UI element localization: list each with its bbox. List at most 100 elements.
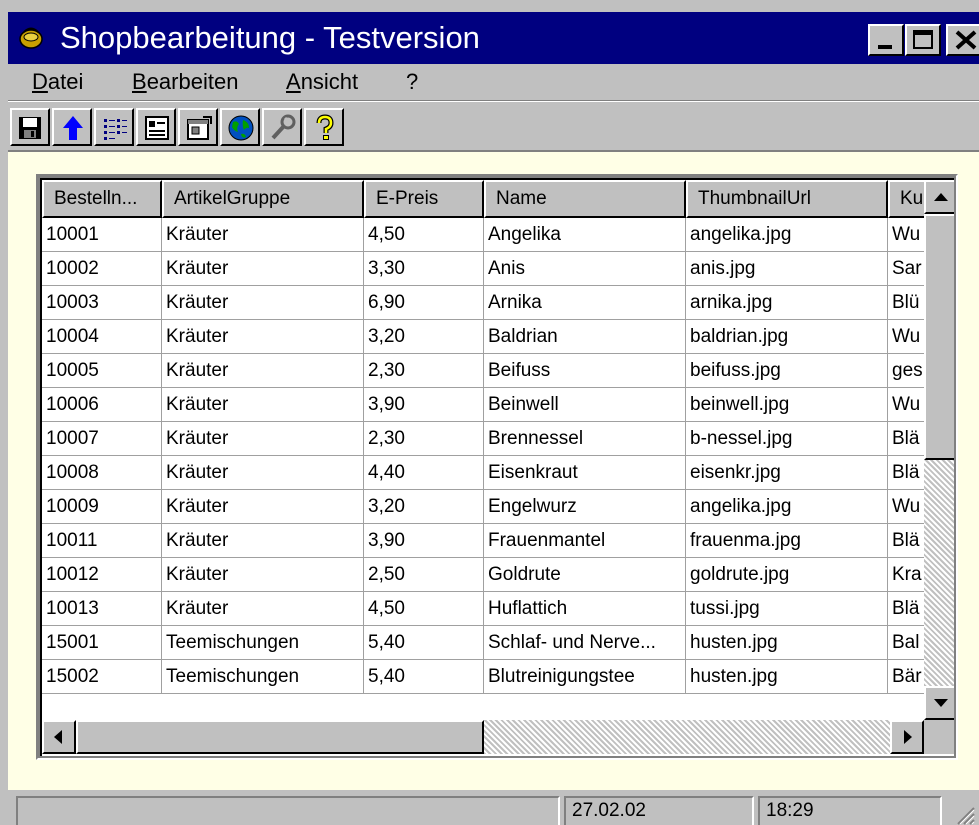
minimize-button[interactable] [868,24,904,56]
cell-artikelgruppe[interactable]: Kräuter [162,354,364,388]
cell-artikelgruppe[interactable]: Kräuter [162,592,364,626]
cell-e-preis[interactable]: 2,50 [364,558,484,592]
cell-thumbnailurl[interactable]: angelika.jpg [686,218,888,252]
cell-thumbnailurl[interactable]: beinwell.jpg [686,388,888,422]
scroll-down-button[interactable] [924,686,954,720]
scroll-up-button[interactable] [924,180,954,214]
cell-thumbnailurl[interactable]: husten.jpg [686,626,888,660]
cell-ku[interactable]: Wu [888,388,928,422]
cell-thumbnailurl[interactable]: b-nessel.jpg [686,422,888,456]
cell-e-preis[interactable]: 4,50 [364,592,484,626]
cell-bestellnummer[interactable]: 10011 [42,524,162,558]
cell-e-preis[interactable]: 5,40 [364,626,484,660]
cell-e-preis[interactable]: 3,20 [364,320,484,354]
cell-bestellnummer[interactable]: 10007 [42,422,162,456]
cell-thumbnailurl[interactable]: eisenkr.jpg [686,456,888,490]
cell-thumbnailurl[interactable]: beifuss.jpg [686,354,888,388]
horizontal-scrollbar[interactable] [42,720,924,754]
cell-ku[interactable]: Wu [888,490,928,524]
cell-ku[interactable]: Wu [888,320,928,354]
column-header-thumbnailurl[interactable]: ThumbnailUrl [686,180,888,218]
cell-bestellnummer[interactable]: 10012 [42,558,162,592]
arrow-up-button[interactable] [52,108,92,146]
cell-name[interactable]: Engelwurz [484,490,686,524]
cell-name[interactable]: Brennessel [484,422,686,456]
cell-thumbnailurl[interactable]: arnika.jpg [686,286,888,320]
cell-name[interactable]: Beinwell [484,388,686,422]
cell-thumbnailurl[interactable]: anis.jpg [686,252,888,286]
cell-ku[interactable]: ges [888,354,928,388]
help-button[interactable] [304,108,344,146]
cell-ku[interactable]: Blü [888,286,928,320]
properties-button[interactable] [178,108,218,146]
cell-name[interactable]: Schlaf- und Nerve... [484,626,686,660]
menu-datei[interactable]: Datei [32,68,83,96]
cell-e-preis[interactable]: 4,50 [364,218,484,252]
title-bar[interactable]: Shopbearbeitung - Testversion [8,12,979,64]
cell-artikelgruppe[interactable]: Kräuter [162,320,364,354]
cell-e-preis[interactable]: 3,90 [364,524,484,558]
cell-ku[interactable]: Kra [888,558,928,592]
cell-ku[interactable]: Blä [888,592,928,626]
maximize-button[interactable] [905,24,941,56]
cell-e-preis[interactable]: 2,30 [364,422,484,456]
cell-e-preis[interactable]: 3,90 [364,388,484,422]
cell-bestellnummer[interactable]: 10003 [42,286,162,320]
cell-bestellnummer[interactable]: 10005 [42,354,162,388]
cell-thumbnailurl[interactable]: goldrute.jpg [686,558,888,592]
cell-name[interactable]: Frauenmantel [484,524,686,558]
cell-artikelgruppe[interactable]: Kräuter [162,456,364,490]
globe-button[interactable] [220,108,260,146]
cell-e-preis[interactable]: 3,20 [364,490,484,524]
cell-artikelgruppe[interactable]: Teemischungen [162,626,364,660]
cell-e-preis[interactable]: 6,90 [364,286,484,320]
details-list-button[interactable] [94,108,134,146]
scroll-right-button[interactable] [890,720,924,754]
column-header-e-preis[interactable]: E-Preis [364,180,484,218]
cell-name[interactable]: Beifuss [484,354,686,388]
menu-ansicht[interactable]: Ansicht [286,68,358,96]
cell-artikelgruppe[interactable]: Kräuter [162,388,364,422]
cell-ku[interactable]: Blä [888,524,928,558]
save-button[interactable] [10,108,50,146]
vertical-scroll-thumb[interactable] [924,214,954,460]
column-header-bestellnummer[interactable]: Bestelln... [42,180,162,218]
cell-artikelgruppe[interactable]: Kräuter [162,286,364,320]
cell-artikelgruppe[interactable]: Kräuter [162,490,364,524]
tools-button[interactable] [262,108,302,146]
cell-ku[interactable]: Wu [888,218,928,252]
resize-grip-icon[interactable] [955,805,975,825]
column-header-ku[interactable]: Ku [888,180,928,218]
cell-name[interactable]: Eisenkraut [484,456,686,490]
cell-name[interactable]: Goldrute [484,558,686,592]
cell-bestellnummer[interactable]: 10001 [42,218,162,252]
cell-artikelgruppe[interactable]: Kräuter [162,524,364,558]
menu-bearbeiten[interactable]: Bearbeiten [132,68,238,96]
cell-ku[interactable]: Blä [888,456,928,490]
close-button[interactable] [946,24,979,56]
cell-name[interactable]: Angelika [484,218,686,252]
cell-bestellnummer[interactable]: 10002 [42,252,162,286]
cell-thumbnailurl[interactable]: tussi.jpg [686,592,888,626]
cell-artikelgruppe[interactable]: Kräuter [162,422,364,456]
cell-e-preis[interactable]: 2,30 [364,354,484,388]
cell-ku[interactable]: Blä [888,422,928,456]
cell-thumbnailurl[interactable]: husten.jpg [686,660,888,694]
cell-thumbnailurl[interactable]: baldrian.jpg [686,320,888,354]
menu-help[interactable]: ? [406,68,418,96]
cell-artikelgruppe[interactable]: Teemischungen [162,660,364,694]
cell-bestellnummer[interactable]: 10004 [42,320,162,354]
cell-name[interactable]: Huflattich [484,592,686,626]
cell-name[interactable]: Blutreinigungstee [484,660,686,694]
cell-artikelgruppe[interactable]: Kräuter [162,218,364,252]
cell-ku[interactable]: Bär [888,660,928,694]
column-header-artikelgruppe[interactable]: ArtikelGruppe [162,180,364,218]
cell-thumbnailurl[interactable]: angelika.jpg [686,490,888,524]
cell-e-preis[interactable]: 4,40 [364,456,484,490]
cell-bestellnummer[interactable]: 15002 [42,660,162,694]
cell-ku[interactable]: Bal [888,626,928,660]
cell-bestellnummer[interactable]: 10008 [42,456,162,490]
vertical-scrollbar[interactable] [924,180,954,720]
cell-artikelgruppe[interactable]: Kräuter [162,252,364,286]
cell-bestellnummer[interactable]: 10009 [42,490,162,524]
